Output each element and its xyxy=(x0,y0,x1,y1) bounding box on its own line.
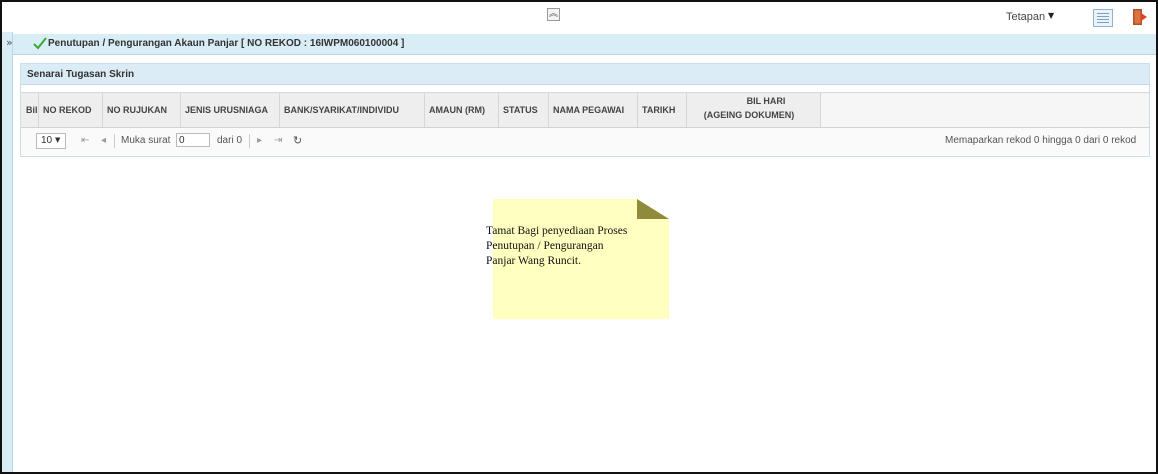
caret-down-icon[interactable]: ▼ xyxy=(1048,11,1054,20)
expand-sidebar-icon[interactable]: » xyxy=(6,36,13,49)
prev-page-icon[interactable]: ◂ xyxy=(101,135,106,146)
pagination-bar: 10 ▼ ⇤ ◂ Muka surat 0 dari 0 ▸ ⇥ ↻ Memap… xyxy=(21,128,1149,155)
left-sidebar-strip xyxy=(2,32,13,472)
list-view-icon[interactable] xyxy=(1093,9,1113,27)
column-header-tarikh[interactable]: TARIKH xyxy=(642,105,675,115)
column-header-no-rujukan[interactable]: NO RUJUKAN xyxy=(107,105,167,115)
page-title-bar: » Penutupan / Pengurangan Akaun Panjar [… xyxy=(6,34,1156,55)
app-window: ︽ Tetapan ▼ » Penutupan / Pengurangan Ak… xyxy=(0,0,1158,474)
page-title: Penutupan / Pengurangan Akaun Panjar [ N… xyxy=(48,38,405,49)
sticky-note-text: Tamat Bagi penyediaan Proses Penutupan /… xyxy=(486,224,662,269)
column-header-bil-hari[interactable]: BIL HARI xyxy=(726,96,806,106)
page-size-value: 10 xyxy=(41,135,53,146)
checkmark-icon xyxy=(33,37,47,50)
next-page-icon[interactable]: ▸ xyxy=(257,135,262,146)
panel-header: Senarai Tugasan Skrin xyxy=(21,64,1149,85)
panel-title: Senarai Tugasan Skrin xyxy=(27,69,135,80)
note-line: Panjar Wang Runcit. xyxy=(486,255,581,267)
record-info: Memaparkan rekod 0 hingga 0 dari 0 rekod xyxy=(945,135,1137,146)
column-header-amaun[interactable]: AMAUN (RM) xyxy=(429,105,485,115)
table-header-filler xyxy=(821,92,1149,128)
double-chevron-up-icon: ︽ xyxy=(548,9,558,19)
last-page-icon[interactable]: ⇥ xyxy=(274,135,282,146)
column-header-bil[interactable]: Bil xyxy=(26,105,38,115)
collapse-header-button[interactable]: ︽ xyxy=(547,8,560,21)
column-header-bank-syarikat-individu[interactable]: BANK/SYARIKAT/INDIVIDU xyxy=(284,105,399,115)
logout-icon[interactable] xyxy=(1132,8,1148,26)
column-header-status[interactable]: STATUS xyxy=(503,105,538,115)
table-header: Bil NO REKOD NO RUJUKAN JENIS URUSNIAGA … xyxy=(21,92,821,128)
note-line: Penutupan / Pengurangan xyxy=(486,240,604,252)
page-label: Muka surat xyxy=(121,135,171,146)
column-header-jenis-urusniaga[interactable]: JENIS URUSNIAGA xyxy=(185,105,268,115)
page-count-label: dari 0 xyxy=(217,135,243,146)
page-size-select[interactable]: 10 ▼ xyxy=(36,133,66,149)
page-number-input[interactable]: 0 xyxy=(176,133,210,147)
column-header-nama-pegawai[interactable]: NAMA PEGAWAI xyxy=(553,105,624,115)
note-line: Tamat Bagi penyediaan Proses xyxy=(486,225,628,237)
refresh-icon[interactable]: ↻ xyxy=(293,134,302,147)
column-header-ageing-dokumen[interactable]: (AGEING DOKUMEN) xyxy=(689,110,809,120)
top-bar: ︽ Tetapan ▼ xyxy=(2,2,1156,32)
select-caret-icon: ▼ xyxy=(55,136,61,144)
settings-menu[interactable]: Tetapan xyxy=(1006,11,1045,23)
first-page-icon[interactable]: ⇤ xyxy=(81,135,89,146)
task-list-panel: Senarai Tugasan Skrin Bil NO REKOD NO RU… xyxy=(20,63,1150,157)
column-header-no-rekod[interactable]: NO REKOD xyxy=(43,105,92,115)
